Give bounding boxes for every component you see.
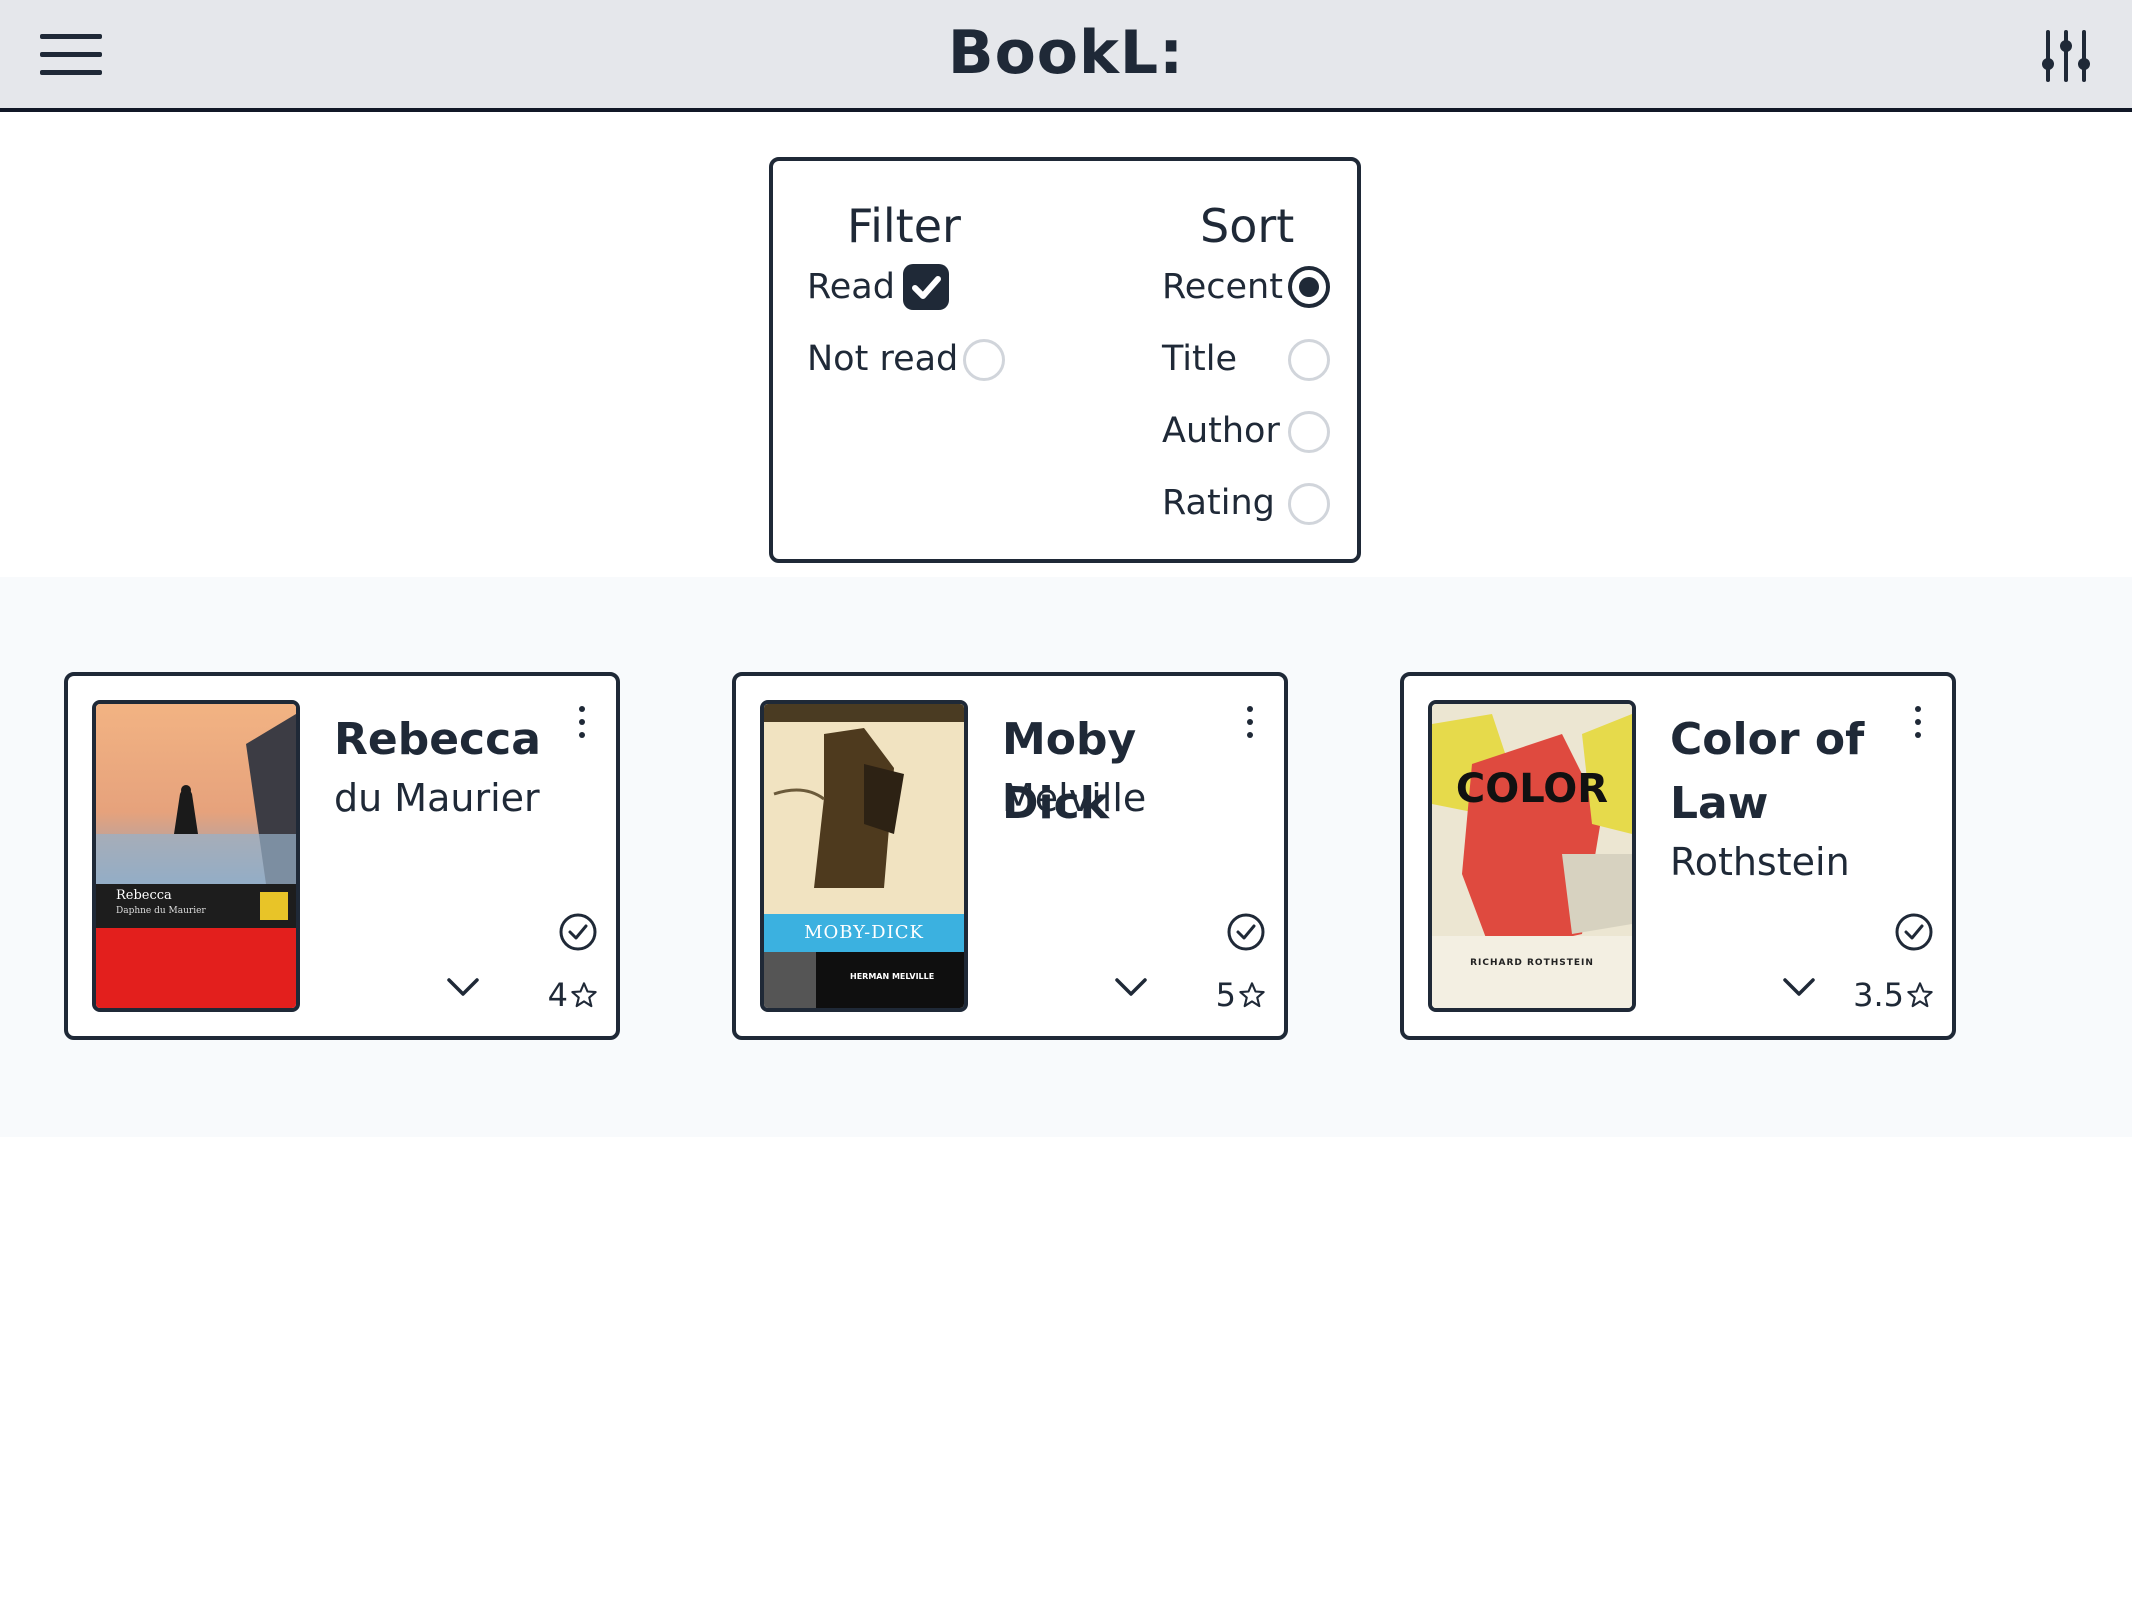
app-title: BookL: [947, 18, 1185, 88]
chevron-down-icon[interactable] [1114, 976, 1148, 998]
sliders-icon[interactable] [2040, 28, 2092, 84]
filter-read-checkbox[interactable] [903, 264, 949, 310]
book-author: Melville [1002, 776, 1147, 820]
rating-value: 4 [547, 976, 568, 1014]
book-rating: 3.5 [1853, 976, 1934, 1014]
sort-title-radio[interactable] [1288, 339, 1330, 381]
sort-author-label: Author [1162, 411, 1280, 451]
star-icon [1907, 982, 1933, 1008]
book-rating: 5 [1216, 976, 1266, 1014]
checkmark-icon [912, 276, 941, 299]
chevron-down-icon[interactable] [1782, 976, 1816, 998]
read-check-icon[interactable] [558, 912, 598, 952]
filter-title: Filter [847, 199, 961, 253]
filter-sort-panel: Filter Sort Read Not read Recent Title A… [769, 157, 1361, 563]
filter-not-read-label: Not read [807, 339, 959, 379]
book-card-moby-dick[interactable]: MOBY-DICK HERMAN MELVILLE Moby Dick Melv… [732, 672, 1288, 1040]
sort-recent-label: Recent [1162, 267, 1283, 307]
book-card-color-of-law[interactable]: COLOR RICHARD ROTHSTEIN Color of Law Rot… [1400, 672, 1956, 1040]
read-check-icon[interactable] [1226, 912, 1266, 952]
more-options-icon[interactable] [1244, 706, 1256, 740]
star-icon [1239, 982, 1265, 1008]
sort-recent-radio[interactable] [1288, 266, 1330, 308]
more-options-icon[interactable] [1912, 706, 1924, 740]
book-cover-moby-dick: MOBY-DICK HERMAN MELVILLE [760, 700, 968, 1012]
sort-rating-radio[interactable] [1288, 483, 1330, 525]
rating-value: 3.5 [1853, 976, 1904, 1014]
filter-not-read-checkbox[interactable] [963, 339, 1005, 381]
book-author: Rothstein [1670, 840, 1850, 884]
sort-author-radio[interactable] [1288, 411, 1330, 453]
book-rating: 4 [548, 976, 598, 1014]
star-icon [571, 982, 597, 1008]
filter-read-label: Read [807, 267, 895, 307]
book-title: Rebecca [334, 714, 541, 765]
book-cover-color-of-law: COLOR RICHARD ROTHSTEIN [1428, 700, 1636, 1012]
sort-title: Sort [1200, 199, 1295, 253]
book-cover-rebecca: Rebecca Daphne du Maurier [92, 700, 300, 1012]
book-title: Color of Law [1670, 714, 1865, 829]
sort-rating-label: Rating [1162, 483, 1275, 523]
chevron-down-icon[interactable] [446, 976, 480, 998]
rating-value: 5 [1215, 976, 1236, 1014]
more-options-icon[interactable] [576, 706, 588, 740]
book-author: du Maurier [334, 776, 540, 820]
book-card-rebecca[interactable]: Rebecca Daphne du Maurier Rebecca du Mau… [64, 672, 620, 1040]
read-check-icon[interactable] [1894, 912, 1934, 952]
sort-title-label: Title [1162, 339, 1238, 379]
top-app-bar: BookL: [0, 0, 2132, 112]
